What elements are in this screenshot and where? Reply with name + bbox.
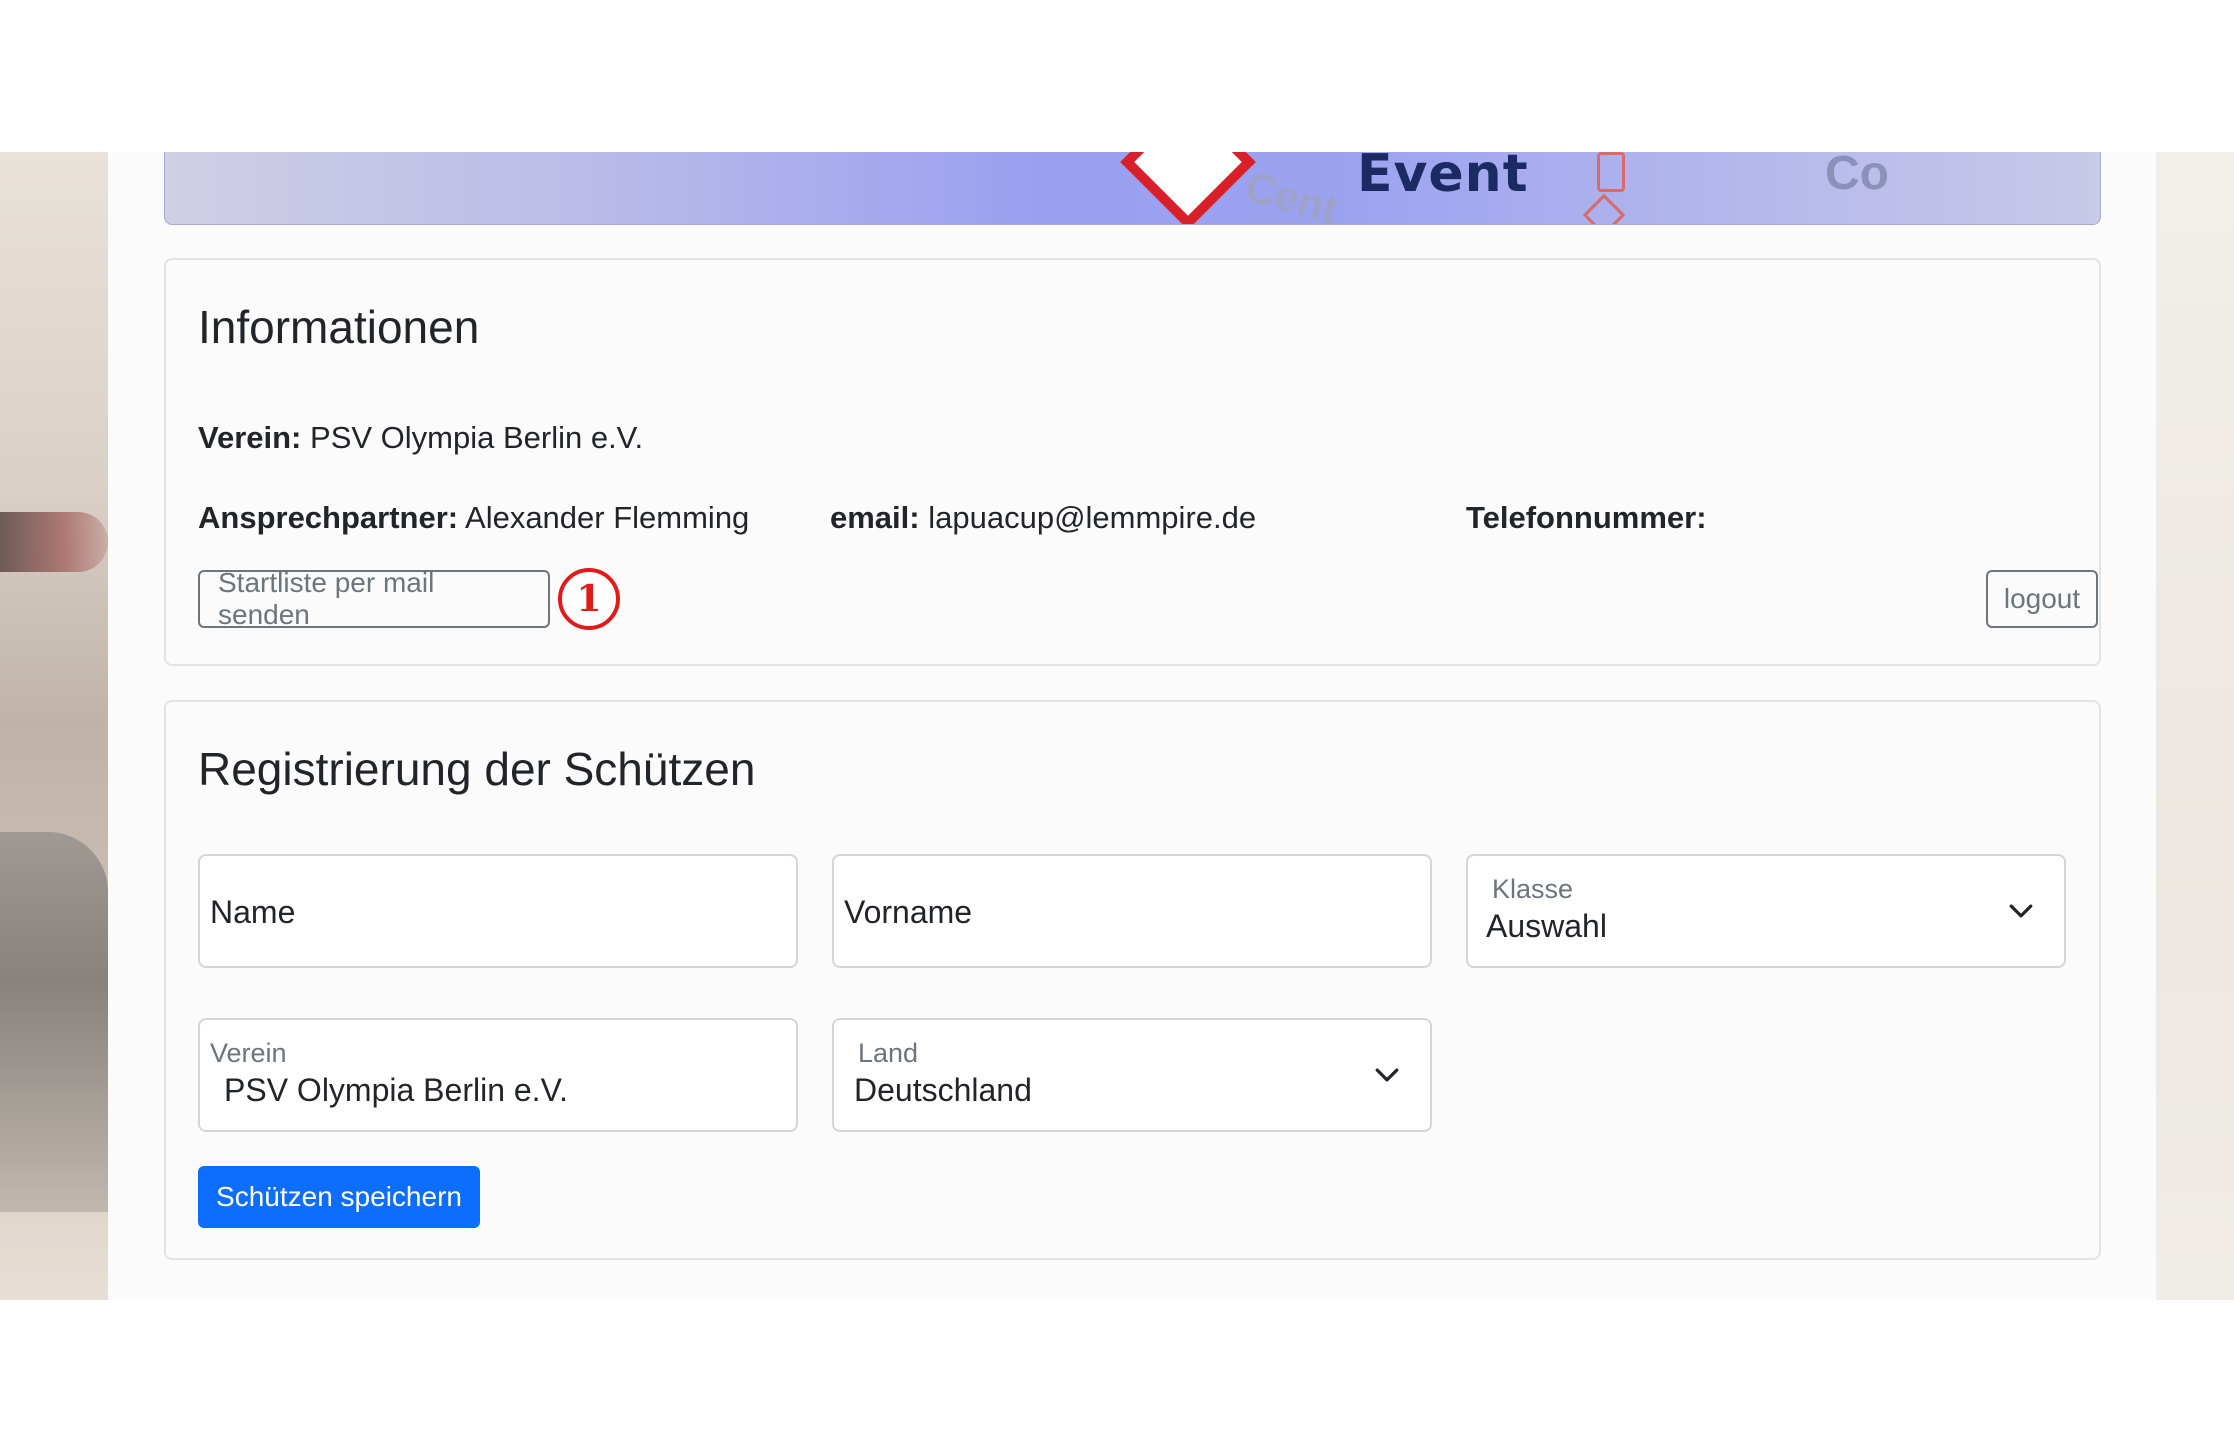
- club-value: PSV Olympia Berlin e.V.: [224, 1072, 568, 1108]
- logout-button[interactable]: logout: [1986, 570, 2098, 628]
- firstname-placeholder: Vorname: [844, 894, 973, 930]
- banner-event-text: Event: [1357, 152, 1529, 204]
- header-banner: Cent Event Co: [164, 152, 2101, 225]
- chevron-down-icon: [2009, 904, 2033, 918]
- page-container: Cent Event Co Informationen Verein: PSV …: [108, 152, 2156, 1300]
- verein-value: PSV Olympia Berlin e.V.: [310, 420, 644, 455]
- banner-ghost-text: Cent: [1240, 162, 1344, 225]
- club-label: Verein: [210, 1038, 287, 1068]
- country-select[interactable]: Land Deutschland: [832, 1018, 1432, 1132]
- screenshot-area: Cent Event Co Informationen Verein: PSV …: [0, 152, 2234, 1300]
- class-label: Klasse: [1492, 874, 1574, 904]
- phone-label: Telefonnummer:: [1466, 500, 1707, 535]
- info-card: Informationen Verein: PSV Olympia Berlin…: [164, 258, 2101, 666]
- headband-shape: [0, 512, 108, 572]
- contact-line: Ansprechpartner: Alexander Flemming: [198, 500, 749, 536]
- save-shooter-button[interactable]: Schützen speichern: [198, 1166, 480, 1228]
- firstname-input[interactable]: Vorname: [832, 854, 1432, 968]
- registration-card: Registrierung der Schützen Name Vorname …: [164, 700, 2101, 1260]
- verein-label: Verein:: [198, 420, 302, 455]
- country-value: Deutschland: [854, 1072, 1032, 1108]
- info-heading: Informationen: [198, 301, 480, 353]
- registration-heading: Registrierung der Schützen: [198, 743, 756, 795]
- email-value: lapuacup@lemmpire.de: [928, 500, 1257, 535]
- class-select[interactable]: Klasse Auswahl: [1466, 854, 2066, 968]
- name-placeholder: Name: [210, 894, 296, 930]
- class-value: Auswahl: [1486, 908, 1607, 944]
- club-input[interactable]: Verein PSV Olympia Berlin e.V.: [198, 1018, 798, 1132]
- phone-line: Telefonnummer:: [1466, 500, 1707, 536]
- email-label: email:: [830, 500, 920, 535]
- background-photo-right: [2156, 152, 2234, 1300]
- logo-diamond-icon: [1120, 152, 1256, 224]
- verein-line: Verein: PSV Olympia Berlin e.V.: [198, 420, 643, 456]
- banner-ghost-text-2: Co: [1825, 152, 1889, 200]
- background-photo-left: [0, 152, 108, 1300]
- send-startlist-button[interactable]: Startliste per mail senden: [198, 567, 550, 630]
- contact-value: Alexander Flemming: [465, 500, 750, 535]
- country-label: Land: [858, 1038, 919, 1068]
- email-line: email: lapuacup@lemmpire.de: [830, 500, 1256, 536]
- annotation-marker: 1: [558, 568, 620, 630]
- contact-label: Ansprechpartner:: [198, 500, 459, 535]
- banner-red-triangle-icon: [1582, 193, 1626, 224]
- chevron-down-icon: [1375, 1068, 1399, 1082]
- name-input[interactable]: Name: [198, 854, 798, 968]
- shoulder-shape: [0, 832, 108, 1212]
- banner-red-square-icon: [1597, 152, 1625, 192]
